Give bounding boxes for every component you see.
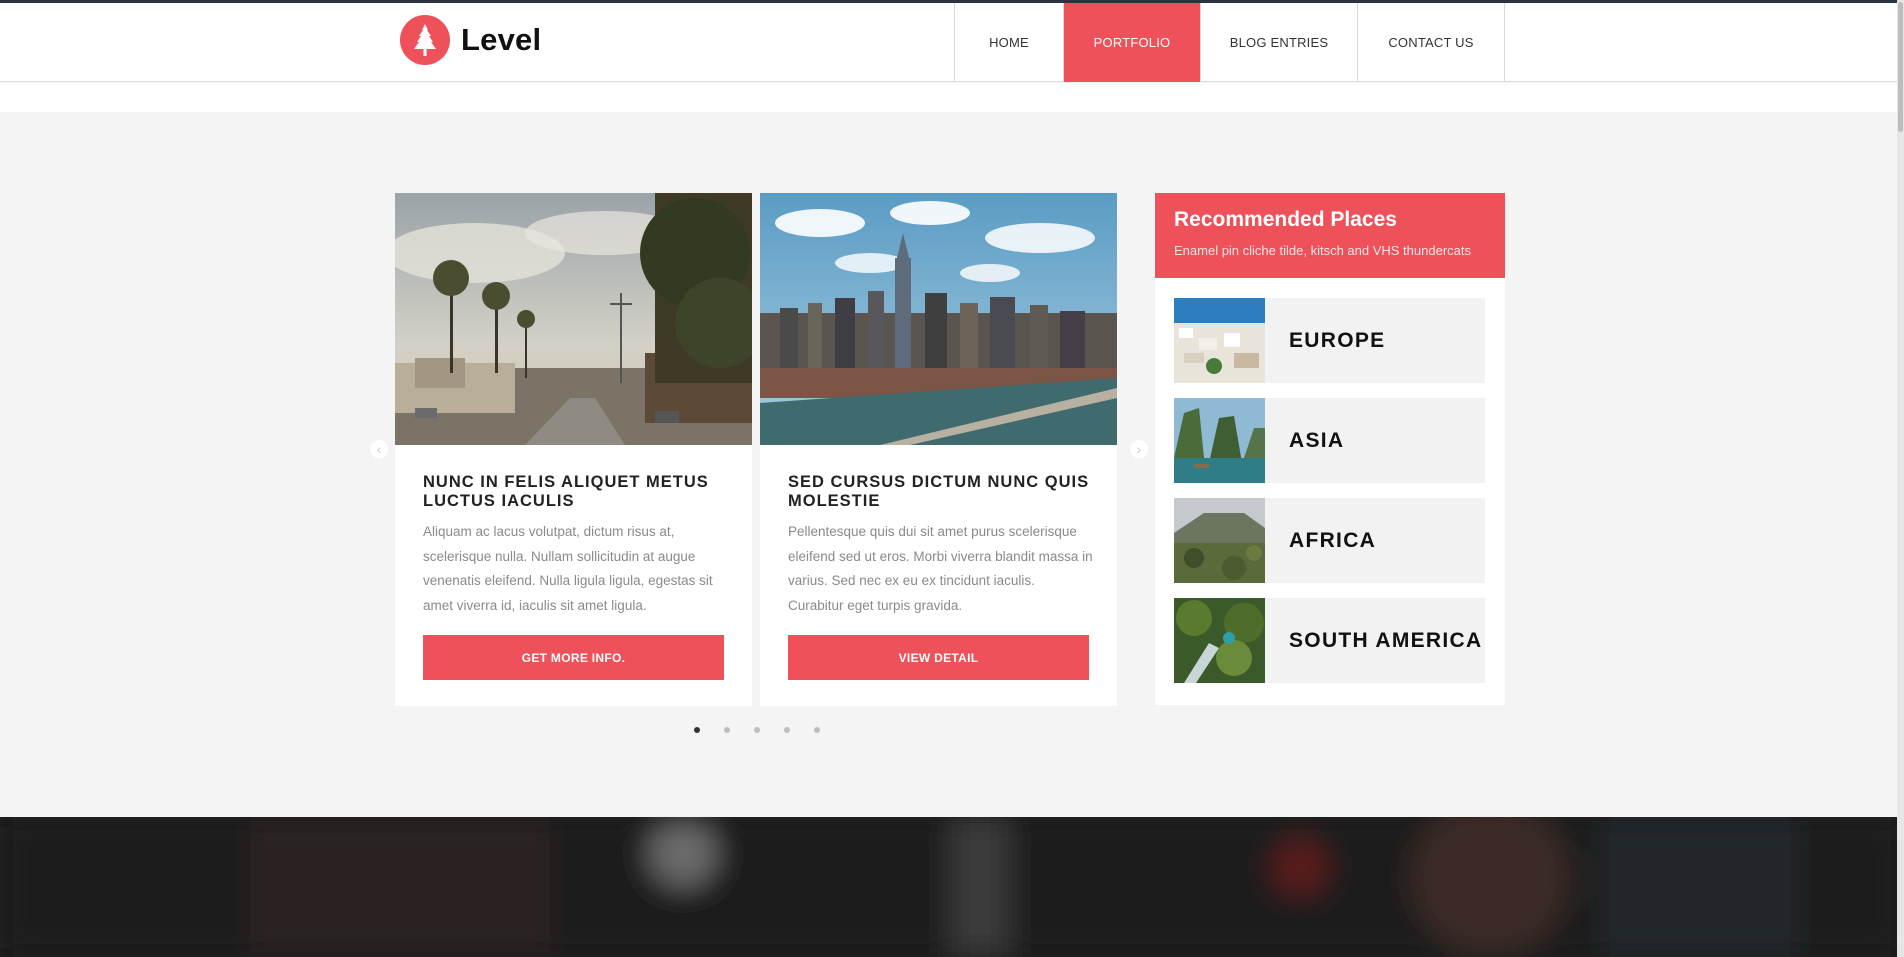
nav-blog-entries[interactable]: BLOG ENTRIES (1201, 3, 1358, 82)
brand-name: Level (461, 22, 542, 57)
place-item-europe[interactable]: EUROPE (1174, 298, 1485, 383)
south-america-photo (1174, 598, 1265, 683)
carousel-card: NUNC IN FELIS ALIQUET METUS LUCTUS IACUL… (395, 193, 752, 706)
place-name: ASIA (1289, 428, 1345, 452)
place-name: SOUTH AMERICA (1289, 628, 1483, 652)
view-detail-button[interactable]: VIEW DETAIL (788, 635, 1089, 680)
page-scrollbar[interactable] (1897, 0, 1904, 957)
panel-subtitle: Enamel pin cliche tilde, kitsch and VHS … (1174, 243, 1471, 258)
dark-background-section (0, 817, 1904, 957)
chevron-left-icon[interactable]: ‹ (370, 440, 388, 458)
blurred-background-image (0, 817, 1904, 957)
card-description: Pellentesque quis dui sit amet purus sce… (788, 524, 1093, 613)
site-header: Level HOME PORTFOLIO BLOG ENTRIES CONTAC… (0, 3, 1897, 82)
palm-street-photo (395, 193, 752, 445)
scrollbar-thumb[interactable] (1898, 2, 1903, 132)
main-nav: HOME PORTFOLIO BLOG ENTRIES CONTACT US (954, 3, 1505, 82)
nav-contact-us[interactable]: CONTACT US (1358, 3, 1505, 82)
carousel-dot[interactable] (694, 727, 700, 733)
place-item-asia[interactable]: ASIA (1174, 398, 1485, 483)
card-title: NUNC IN FELIS ALIQUET METUS LUCTUS IACUL… (423, 473, 709, 510)
get-more-info-button[interactable]: GET MORE INFO. (423, 635, 724, 680)
place-item-africa[interactable]: AFRICA (1174, 498, 1485, 583)
nav-home[interactable]: HOME (955, 3, 1064, 82)
place-item-south-america[interactable]: SOUTH AMERICA (1174, 598, 1485, 683)
asia-photo (1174, 398, 1265, 483)
panel-title: Recommended Places (1174, 208, 1397, 231)
place-name: EUROPE (1289, 328, 1386, 352)
carousel-dot[interactable] (814, 727, 820, 733)
carousel-pagination (694, 727, 844, 733)
europe-photo (1174, 298, 1265, 383)
recommended-places-panel: Recommended Places Enamel pin cliche til… (1155, 193, 1505, 705)
site-logo[interactable]: Level (400, 15, 541, 65)
africa-photo (1174, 498, 1265, 583)
card-title: SED CURSUS DICTUM NUNC QUIS MOLESTIE (788, 473, 1090, 510)
carousel-dot[interactable] (724, 727, 730, 733)
city-skyline-photo (760, 193, 1117, 445)
carousel-dot[interactable] (784, 727, 790, 733)
place-name: AFRICA (1289, 528, 1377, 552)
card-description: Aliquam ac lacus volutpat, dictum risus … (423, 524, 713, 613)
chevron-right-icon[interactable]: › (1130, 440, 1148, 458)
carousel-dot[interactable] (754, 727, 760, 733)
tree-icon (400, 15, 450, 65)
panel-header: Recommended Places Enamel pin cliche til… (1155, 193, 1505, 278)
carousel-card: SED CURSUS DICTUM NUNC QUIS MOLESTIE Pel… (760, 193, 1117, 706)
nav-portfolio[interactable]: PORTFOLIO (1064, 3, 1201, 82)
